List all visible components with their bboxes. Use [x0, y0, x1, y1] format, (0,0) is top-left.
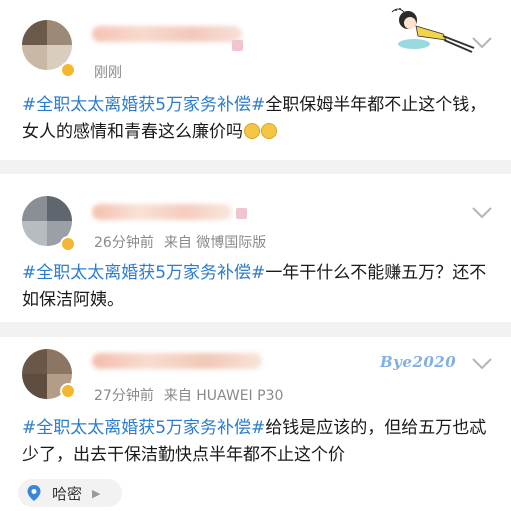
post-card-2: 26分钟前 来自 微博国际版 #全职太太离婚获5万家务补偿#一年干什么不能赚五万？… — [0, 174, 511, 322]
verified-badge — [60, 62, 76, 78]
topic-link[interactable]: #全职太太离婚获5万家务补偿# — [22, 263, 265, 283]
post-content: #全职太太离婚获5万家务补偿#给钱是应该的，但给五万也忒少了，出去干保洁勤快点半… — [22, 415, 495, 469]
bye2020-sticker: Bye2020 — [380, 353, 457, 371]
post-meta: 26分钟前 来自 微博国际版 — [94, 232, 276, 252]
post-meta: 刚刚 — [94, 62, 132, 82]
chevron-down-icon[interactable] — [471, 357, 493, 371]
verified-badge — [60, 236, 76, 252]
username[interactable] — [92, 353, 262, 369]
location-tag[interactable]: 哈密 ▶ — [18, 479, 122, 507]
post-content: #全职太太离婚获5万家务补偿#全职保姆半年都不止这个钱，女人的感情和青春这么廉价… — [22, 92, 495, 146]
chevron-right-icon: ▶ — [92, 486, 101, 500]
crying-laughing-emoji-icon — [244, 123, 260, 139]
chevron-down-icon[interactable] — [471, 36, 493, 50]
verified-badge — [60, 383, 76, 399]
topic-link[interactable]: #全职太太离婚获5万家务补偿# — [22, 418, 265, 438]
post-meta: 27分钟前 来自 HUAWEI P30 — [94, 385, 293, 405]
crying-laughing-emoji-icon — [261, 123, 277, 139]
post-source: 来自 微博国际版 — [163, 235, 267, 251]
lying-girl-sticker — [391, 8, 475, 53]
post-card-1: 刚刚 #全职太太离婚获5万家务补偿#全职保姆半年都不止这个钱，女人的感情和青春这… — [0, 0, 511, 160]
username[interactable] — [92, 26, 242, 42]
post-card-3: 27分钟前 来自 HUAWEI P30 Bye2020 #全职太太离婚获5万家务补… — [0, 337, 511, 511]
post-time: 27分钟前 — [94, 388, 154, 404]
post-time: 26分钟前 — [94, 235, 154, 251]
chevron-down-icon[interactable] — [471, 206, 493, 220]
user-badge — [232, 40, 243, 51]
post-content: #全职太太离婚获5万家务补偿#一年干什么不能赚五万？还不如保洁阿姨。 — [22, 260, 495, 314]
username[interactable] — [92, 204, 232, 220]
user-badge — [236, 208, 247, 219]
location-name: 哈密 — [52, 484, 83, 503]
post-time: 刚刚 — [94, 65, 122, 81]
location-pin-icon — [27, 485, 41, 501]
post-source: 来自 HUAWEI P30 — [163, 388, 284, 404]
topic-link[interactable]: #全职太太离婚获5万家务补偿# — [22, 95, 265, 115]
